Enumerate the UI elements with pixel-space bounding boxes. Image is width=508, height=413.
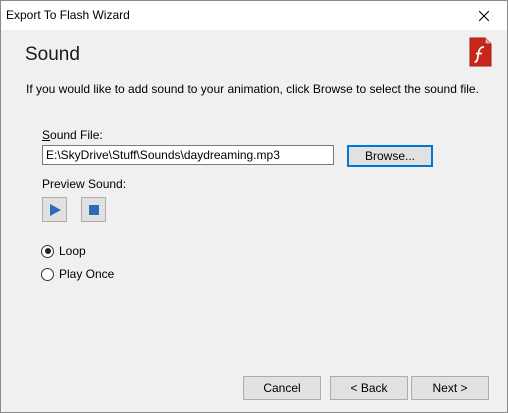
sound-file-label-rest: ound File:	[50, 128, 103, 142]
title-bar: Export To Flash Wizard	[1, 1, 507, 30]
radio-loop-label: Loop	[59, 244, 86, 258]
cancel-button[interactable]: Cancel	[243, 376, 321, 400]
play-icon	[49, 203, 61, 216]
stop-icon	[88, 204, 99, 215]
instructions-text: If you would like to add sound to your a…	[26, 82, 479, 96]
sound-file-input[interactable]	[42, 145, 334, 165]
preview-sound-label: Preview Sound:	[42, 177, 127, 191]
wizard-window: Export To Flash Wizard Sound If you woul…	[0, 0, 508, 413]
radio-loop-indicator[interactable]	[41, 244, 54, 258]
radio-play-once-indicator[interactable]	[41, 267, 54, 281]
close-icon	[479, 10, 489, 21]
next-button[interactable]: Next >	[411, 376, 489, 400]
play-button[interactable]	[42, 197, 67, 222]
back-button[interactable]: < Back	[330, 376, 408, 400]
sound-file-label: Sound File:	[42, 128, 103, 142]
sound-file-label-accel: S	[42, 128, 51, 142]
radio-play-once[interactable]: Play Once	[41, 267, 114, 281]
page-title: Sound	[25, 44, 80, 65]
window-title: Export To Flash Wizard	[6, 8, 130, 22]
radio-loop[interactable]: Loop	[41, 244, 86, 258]
stop-button[interactable]	[81, 197, 106, 222]
browse-button[interactable]: Browse...	[347, 145, 433, 167]
flash-file-icon	[469, 37, 492, 67]
radio-play-once-label: Play Once	[59, 267, 115, 281]
close-button[interactable]	[461, 1, 507, 30]
